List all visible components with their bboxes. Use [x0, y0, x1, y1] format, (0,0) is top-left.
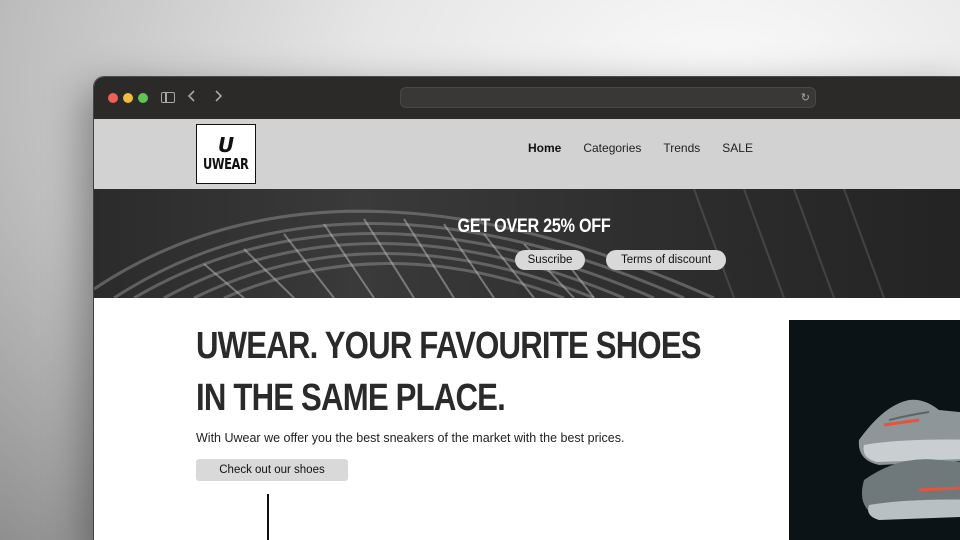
site-header: U UWEAR Home Categories Trends SALE: [94, 119, 960, 189]
vertical-divider: [267, 494, 269, 540]
logo-mark: U: [217, 133, 235, 157]
reload-icon[interactable]: ↻: [801, 89, 810, 107]
nav-sale[interactable]: SALE: [722, 140, 753, 156]
main-nav: Home Categories Trends SALE: [528, 140, 775, 156]
subscribe-button[interactable]: Suscribe: [515, 250, 585, 270]
hero-title: UWEAR. YOUR FAVOURITE SHOES IN THE SAME …: [196, 325, 702, 419]
hero-subtitle: With Uwear we offer you the best sneaker…: [196, 431, 625, 445]
promo-banner: GET OVER 25% OFF Suscribe Terms of disco…: [94, 189, 960, 298]
nav-categories[interactable]: Categories: [583, 140, 641, 156]
browser-window: ↻ U UWEAR Home Categories Trends SALE GE…: [94, 77, 960, 540]
promo-background-image: [94, 189, 960, 298]
terms-of-discount-button[interactable]: Terms of discount: [606, 250, 726, 270]
close-window-button[interactable]: [108, 93, 118, 103]
address-bar[interactable]: ↻: [400, 87, 816, 108]
nav-home[interactable]: Home: [528, 140, 561, 156]
check-out-shoes-button[interactable]: Check out our shoes: [196, 459, 348, 481]
sneaker-photo: [789, 320, 960, 540]
back-arrow-icon[interactable]: [187, 88, 197, 108]
nav-trends[interactable]: Trends: [663, 140, 700, 156]
maximize-window-button[interactable]: [138, 93, 148, 103]
promo-title: GET OVER 25% OFF: [457, 216, 611, 237]
logo-text: UWEAR: [203, 155, 249, 173]
hero-section: UWEAR. YOUR FAVOURITE SHOES IN THE SAME …: [94, 298, 960, 540]
browser-titlebar: ↻: [94, 77, 960, 119]
minimize-window-button[interactable]: [123, 93, 133, 103]
uwear-logo[interactable]: U UWEAR: [196, 124, 256, 184]
sidebar-toggle-icon[interactable]: [161, 92, 175, 103]
forward-arrow-icon[interactable]: [213, 88, 223, 108]
